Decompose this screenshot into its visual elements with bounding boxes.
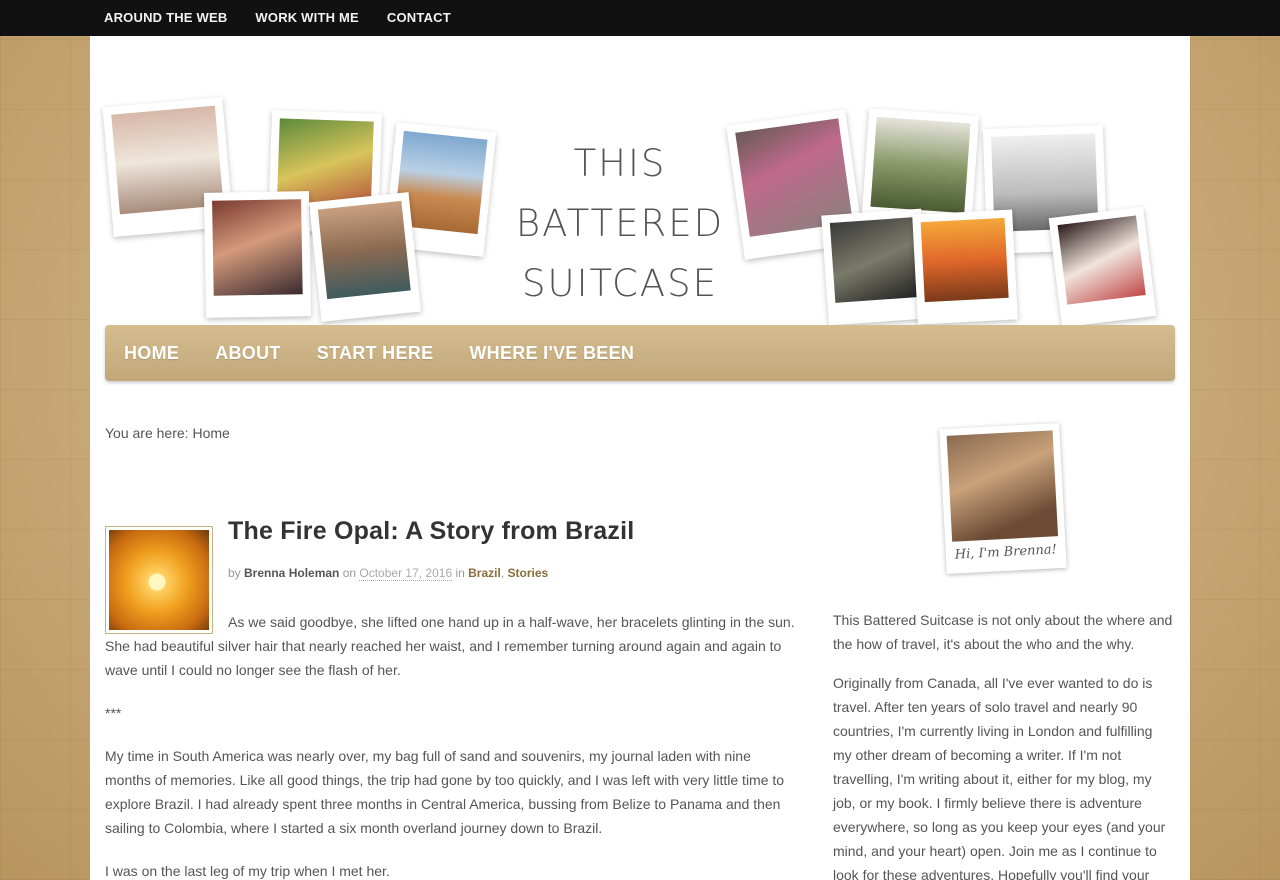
page-wrapper: THIS BATTERED SUITCASE HOME ABOUT START … bbox=[90, 36, 1190, 880]
post-paragraph: As we said goodbye, she lifted one hand … bbox=[105, 610, 800, 682]
meta-on: on bbox=[339, 566, 360, 580]
post-date: October 17, 2016 bbox=[359, 566, 453, 581]
meta-in: in bbox=[452, 566, 469, 580]
category-stories[interactable]: Stories bbox=[508, 566, 549, 580]
post-meta: by Brenna Holeman on October 17, 2016 in… bbox=[228, 566, 549, 581]
top-nav-around-the-web[interactable]: AROUND THE WEB bbox=[104, 10, 227, 25]
nav-home[interactable]: HOME bbox=[124, 343, 179, 363]
header-banner[interactable]: THIS BATTERED SUITCASE bbox=[102, 72, 1175, 332]
top-nav: AROUND THE WEB WORK WITH ME CONTACT bbox=[104, 0, 479, 36]
post-paragraph: My time in South America was nearly over… bbox=[105, 748, 785, 836]
avatar-photo bbox=[946, 430, 1059, 542]
post-paragraph: I was on the last leg of my trip when I … bbox=[105, 863, 390, 879]
nav-start-here[interactable]: START HERE bbox=[317, 343, 434, 363]
avatar-caption: Hi, I'm Brenna! bbox=[954, 542, 1058, 563]
top-bar: AROUND THE WEB WORK WITH ME CONTACT bbox=[0, 0, 1280, 36]
post-author[interactable]: Brenna Holeman bbox=[244, 566, 339, 580]
about-text-2: Originally from Canada, all I've ever wa… bbox=[833, 675, 1166, 880]
site-title[interactable]: THIS BATTERED SUITCASE bbox=[500, 134, 740, 314]
nav-about[interactable]: ABOUT bbox=[215, 343, 281, 363]
meta-sep: , bbox=[500, 566, 508, 580]
author-avatar[interactable]: Hi, I'm Brenna! bbox=[939, 422, 1067, 575]
post-separator: *** bbox=[105, 705, 122, 721]
about-text-1: This Battered Suitcase is not only about… bbox=[833, 612, 1173, 652]
main-nav: HOME ABOUT START HERE WHERE I'VE BEEN bbox=[105, 325, 1175, 381]
site-title-line-1: THIS bbox=[573, 142, 667, 185]
site-title-line-2: BATTERED bbox=[515, 202, 725, 245]
banner-photo-girl bbox=[203, 191, 312, 318]
banner-photo-venice bbox=[309, 192, 421, 322]
meta-by: by bbox=[228, 566, 245, 580]
banner-photo-geisha bbox=[1048, 206, 1157, 328]
breadcrumb: You are here: Home bbox=[105, 425, 230, 441]
breadcrumb-prefix: You are here: bbox=[105, 425, 193, 441]
breadcrumb-home[interactable]: Home bbox=[192, 425, 229, 441]
nav-where-ive-been[interactable]: WHERE I'VE BEEN bbox=[469, 343, 634, 363]
category-brazil[interactable]: Brazil bbox=[468, 566, 501, 580]
post-paragraph-text: As we said goodbye, she lifted one hand … bbox=[105, 614, 795, 678]
top-nav-contact[interactable]: CONTACT bbox=[387, 10, 451, 25]
banner-photo-sunset bbox=[912, 209, 1018, 325]
site-title-line-3: SUITCASE bbox=[522, 262, 718, 305]
post-body: As we said goodbye, she lifted one hand … bbox=[105, 610, 800, 880]
post-title[interactable]: The Fire Opal: A Story from Brazil bbox=[228, 517, 634, 546]
top-nav-work-with-me[interactable]: WORK WITH ME bbox=[255, 10, 359, 25]
